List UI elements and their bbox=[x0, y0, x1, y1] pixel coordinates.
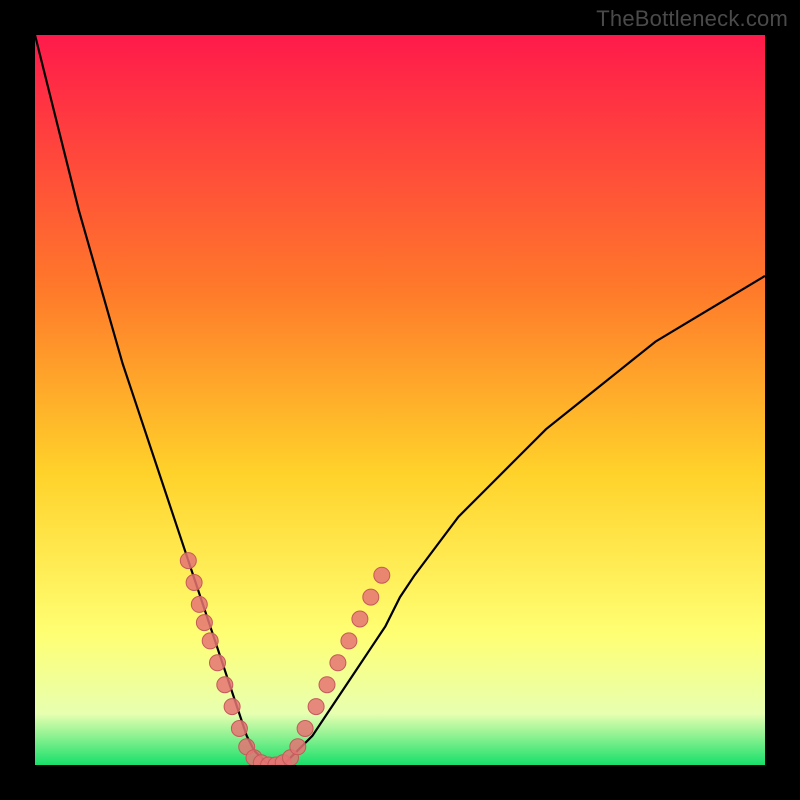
data-marker bbox=[319, 677, 335, 693]
data-marker bbox=[224, 699, 240, 715]
data-marker bbox=[202, 633, 218, 649]
watermark-text: TheBottleneck.com bbox=[596, 6, 788, 32]
data-marker bbox=[290, 739, 306, 755]
data-marker bbox=[210, 655, 226, 671]
data-marker bbox=[374, 567, 390, 583]
data-marker bbox=[308, 699, 324, 715]
data-marker bbox=[363, 589, 379, 605]
data-marker bbox=[196, 615, 212, 631]
data-marker bbox=[217, 677, 233, 693]
data-marker bbox=[191, 596, 207, 612]
bottleneck-chart bbox=[35, 35, 765, 765]
data-marker bbox=[352, 611, 368, 627]
data-marker bbox=[180, 553, 196, 569]
data-marker bbox=[297, 721, 313, 737]
data-marker bbox=[341, 633, 357, 649]
data-marker bbox=[186, 575, 202, 591]
gradient-background bbox=[35, 35, 765, 765]
chart-frame: TheBottleneck.com bbox=[0, 0, 800, 800]
data-marker bbox=[330, 655, 346, 671]
data-marker bbox=[231, 721, 247, 737]
